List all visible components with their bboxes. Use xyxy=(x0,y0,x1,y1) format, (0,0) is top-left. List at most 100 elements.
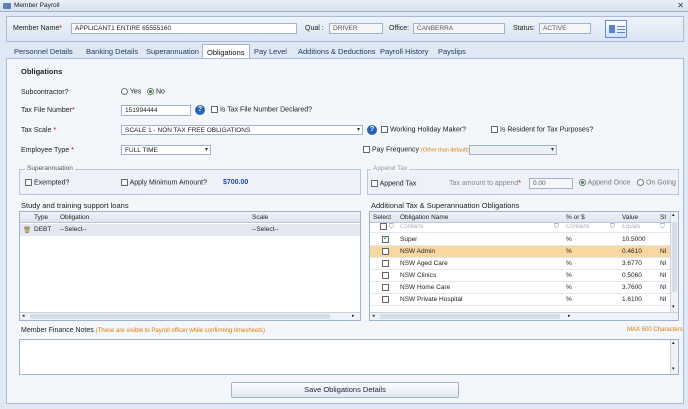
chevron-down-icon: ▾ xyxy=(550,147,554,153)
pay-frequency-select[interactable]: ▾ xyxy=(469,145,557,155)
scroll-down-icon[interactable]: ▾ xyxy=(672,366,675,372)
tax-resident-checkbox[interactable] xyxy=(491,126,498,133)
scroll-right-icon[interactable]: ▸ xyxy=(352,313,355,319)
tab-personnel-details[interactable]: Personnel Details xyxy=(10,44,77,58)
name-filter[interactable]: Contains xyxy=(400,224,560,230)
column-select[interactable]: Select xyxy=(373,214,391,221)
append-tax[interactable]: Append Tax xyxy=(371,180,416,187)
column-unit[interactable]: % or $ xyxy=(566,214,585,221)
row-checkbox[interactable] xyxy=(382,272,389,279)
tfn-help-icon[interactable]: ? xyxy=(195,105,205,115)
pay-frequency[interactable]: Pay Frequency (Other than default) xyxy=(363,146,469,153)
on-going[interactable]: On Going xyxy=(637,179,676,186)
tax-resident[interactable]: Is Resident for Tax Purposes? xyxy=(491,126,593,133)
save-obligations-button[interactable]: Save Obligations Details xyxy=(231,382,459,398)
row-checkbox[interactable] xyxy=(382,248,389,255)
horizontal-scrollbar[interactable]: ◂ ▸ xyxy=(20,312,360,320)
pay-frequency-checkbox[interactable] xyxy=(363,146,370,153)
append-once-radio[interactable] xyxy=(579,179,586,186)
finance-notes-label: Member Finance Notes (These are visible … xyxy=(21,327,266,334)
table-row[interactable]: NSW Clinics % 0.5060 NI xyxy=(370,270,670,282)
filter-icon[interactable]: ⛉ xyxy=(389,223,394,230)
tab-strip: Personnel Details Banking Details Supera… xyxy=(6,44,684,58)
select-all-checkbox[interactable]: ⛉ xyxy=(380,223,394,231)
section-title: Obligations xyxy=(21,67,63,76)
subcontractor-yes[interactable]: Yes xyxy=(121,88,141,95)
subcontractor-label: Subcontractor? xyxy=(21,89,69,96)
scroll-thumb[interactable] xyxy=(380,314,560,319)
on-going-radio[interactable] xyxy=(637,179,644,186)
value-filter[interactable]: Equals xyxy=(622,224,640,230)
row-checkbox[interactable] xyxy=(382,296,389,303)
scroll-up-icon[interactable]: ▴ xyxy=(672,340,675,346)
column-obligation-name[interactable]: Obligation Name xyxy=(400,214,448,221)
vertical-scrollbar[interactable]: ▴ ▾ xyxy=(670,212,678,312)
tab-pay-level[interactable]: Pay Level xyxy=(250,44,291,58)
no-radio[interactable] xyxy=(147,88,154,95)
table-row[interactable]: NSW Private Hospital % 1.6100 NI xyxy=(370,294,670,306)
tfn-declared-checkbox[interactable] xyxy=(211,106,218,113)
exempted-checkbox[interactable] xyxy=(25,179,32,186)
scroll-thumb[interactable] xyxy=(30,314,330,319)
column-scale[interactable]: Scale xyxy=(252,214,268,221)
filter-icon[interactable]: ⛉ xyxy=(660,223,665,231)
scroll-left-icon[interactable]: ◂ xyxy=(372,313,375,319)
filter-icon[interactable]: ⛉ xyxy=(554,223,559,231)
filter-icon[interactable]: ⛉ xyxy=(610,223,615,231)
employee-type-select[interactable]: FULL TIME ▾ xyxy=(121,145,211,155)
scroll-right-icon[interactable]: ▸ xyxy=(568,313,571,319)
tfn-label: Tax File Number* xyxy=(21,107,75,114)
obligation-select[interactable]: --Select-- xyxy=(60,226,87,233)
tfn-declared[interactable]: Is Tax File Number Declared? xyxy=(211,106,312,113)
append-once[interactable]: Append Once xyxy=(579,179,630,186)
member-header: Member Name* APPLICANT1 ENTIRE 65555160 … xyxy=(6,16,684,42)
row-checkbox[interactable] xyxy=(382,284,389,291)
table-row[interactable]: Super % 10.5000 xyxy=(370,234,670,246)
yes-radio[interactable] xyxy=(121,88,128,95)
app-icon xyxy=(3,3,11,9)
vertical-scrollbar[interactable]: ▴ ▾ xyxy=(670,340,678,374)
tax-amount-input[interactable]: 0.00 xyxy=(529,178,573,189)
status-label: Status: xyxy=(513,25,535,32)
table-row[interactable]: NSW Aged Care % 3.6770 NI xyxy=(370,258,670,270)
additional-grid: Select Obligation Name % or $ Value St ⛉… xyxy=(369,211,679,321)
working-holiday-checkbox[interactable] xyxy=(381,126,388,133)
table-row[interactable]: NSW Home Care % 3.7600 NI xyxy=(370,282,670,294)
column-obligation[interactable]: Obligation xyxy=(60,214,89,221)
tab-superannuation[interactable]: Superannuation xyxy=(142,44,203,58)
finance-notes-textarea[interactable]: ▴ ▾ xyxy=(19,339,679,375)
member-card-icon[interactable] xyxy=(605,20,627,38)
tax-scale-select[interactable]: SCALE 1 - NON TAX FREE OBLIGATIONS ▾ xyxy=(121,125,363,135)
scroll-thumb[interactable] xyxy=(672,222,677,292)
scroll-up-icon[interactable]: ▴ xyxy=(672,212,675,218)
tfn-input[interactable]: 151994444 xyxy=(121,105,191,116)
member-name-field[interactable]: APPLICANT1 ENTIRE 65555160 xyxy=(71,23,297,34)
column-st[interactable]: St xyxy=(660,214,666,221)
exempted[interactable]: Exempted? xyxy=(25,179,69,186)
append-tax-checkbox[interactable] xyxy=(371,180,378,187)
column-type[interactable]: Type xyxy=(34,214,48,221)
scroll-left-icon[interactable]: ◂ xyxy=(22,313,25,319)
delete-icon[interactable]: 🗑 xyxy=(23,226,31,234)
tab-obligations[interactable]: Obligations xyxy=(202,44,250,58)
scale-select[interactable]: --Select-- xyxy=(252,226,279,233)
apply-minimum-checkbox[interactable] xyxy=(121,179,128,186)
close-icon[interactable]: ✕ xyxy=(677,1,684,10)
table-row[interactable]: 🗑 DEBT --Select-- --Select-- xyxy=(20,224,360,236)
table-row[interactable]: NSW Admin % 0.4610 NI xyxy=(370,246,670,258)
scroll-down-icon[interactable]: ▾ xyxy=(672,304,675,310)
tab-additions-deductions[interactable]: Additions & Deductions xyxy=(294,44,380,58)
unit-filter[interactable]: Contains xyxy=(566,224,590,230)
apply-minimum[interactable]: Apply Minimum Amount? xyxy=(121,179,207,186)
subcontractor-no[interactable]: No xyxy=(147,88,165,95)
column-value[interactable]: Value xyxy=(622,214,638,221)
tab-banking-details[interactable]: Banking Details xyxy=(82,44,142,58)
row-checkbox[interactable] xyxy=(382,260,389,267)
tax-scale-help-icon[interactable]: ? xyxy=(367,125,377,135)
tab-payslips[interactable]: Payslips xyxy=(434,44,470,58)
horizontal-scrollbar[interactable]: ◂ ▸ xyxy=(370,312,678,320)
office-label: Office: xyxy=(389,25,410,32)
tab-payroll-history[interactable]: Payroll History xyxy=(376,44,432,58)
row-checkbox[interactable] xyxy=(382,236,389,243)
working-holiday[interactable]: Working Holiday Maker? xyxy=(381,126,466,133)
